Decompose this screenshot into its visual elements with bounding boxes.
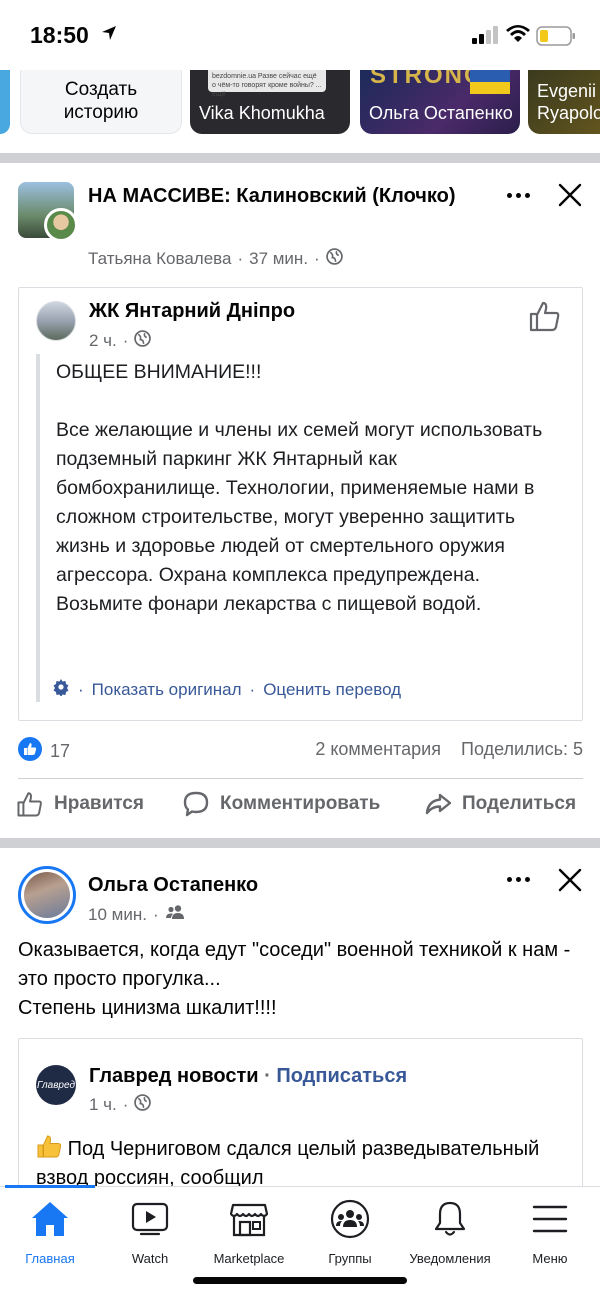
menu-icon xyxy=(500,1197,600,1241)
cellular-signal-icon xyxy=(472,26,500,49)
story-card[interactable]: STRONG Ольга Остапенко xyxy=(360,70,520,134)
home-indicator[interactable] xyxy=(193,1277,407,1284)
create-story-button[interactable]: Создать историю xyxy=(20,70,182,134)
shared-post-text: Под Черниговом сдался целый разведывател… xyxy=(36,1138,540,1189)
page-avatar[interactable]: Главред xyxy=(36,1065,76,1105)
close-icon[interactable] xyxy=(556,866,586,896)
thumbs-up-emoji-icon xyxy=(36,1135,68,1160)
shared-post-time[interactable]: 1 ч. xyxy=(89,1095,117,1115)
author-avatar-story-ring[interactable] xyxy=(18,866,76,924)
status-bar: 18:50 xyxy=(0,0,600,70)
stories-carousel[interactable]: Создать историю bezdomnie.ua Разве сейча… xyxy=(0,70,600,150)
feed-divider xyxy=(0,838,600,848)
post-time[interactable]: 37 мин. xyxy=(249,249,308,269)
friends-icon xyxy=(165,904,185,925)
close-icon[interactable] xyxy=(556,181,586,211)
marketplace-icon xyxy=(199,1197,299,1241)
story-banner-text: STRONG xyxy=(370,70,485,89)
group-name-link[interactable]: НА МАССИВЕ: Калиновский (Клочко) xyxy=(88,182,488,211)
create-story-label-2: историю xyxy=(63,102,139,123)
tab-home[interactable]: Главная xyxy=(0,1197,100,1266)
create-story-label: Создать xyxy=(64,79,138,100)
translated-text-block: ОБЩЕЕ ВНИМАНИЕ!!! Все желающие и члены и… xyxy=(36,354,566,702)
post-time[interactable]: 10 мин. xyxy=(88,905,147,925)
reactions-count[interactable]: 17 xyxy=(18,737,70,766)
tab-watch[interactable]: Watch xyxy=(100,1197,200,1266)
tab-label: Watch xyxy=(131,1251,169,1266)
group-avatar[interactable] xyxy=(18,182,78,242)
story-author-name: Vika Khomukha xyxy=(199,103,325,123)
globe-icon xyxy=(134,330,152,352)
comment-button-label: Комментировать xyxy=(220,793,381,814)
show-original-link[interactable]: Показать оригинал xyxy=(92,680,242,700)
story-author-name: Ольга Остапенко xyxy=(369,103,513,123)
shares-count[interactable]: Поделились: 5 xyxy=(461,739,583,759)
story-author-name: Evgenii Ryapolo xyxy=(537,81,600,123)
like-button-label: Нравится xyxy=(54,793,144,814)
tab-label: Главная xyxy=(25,1251,75,1266)
share-button[interactable]: Поделиться xyxy=(424,790,576,818)
post-text: Оказывается, когда едут "соседи" военной… xyxy=(18,936,588,1023)
story-card[interactable]: bezdomnie.ua Разве сейчас ещё о чём-то г… xyxy=(190,70,350,134)
gear-icon[interactable] xyxy=(52,678,70,701)
shared-post-card[interactable]: ЖК Янтарний Дніпро 2 ч. · ОБЩЕЕ ВНИМАНИЕ… xyxy=(18,287,583,721)
globe-icon xyxy=(134,1094,152,1116)
comments-count[interactable]: 2 комментария xyxy=(315,739,441,759)
comment-button[interactable]: Комментировать xyxy=(182,790,380,818)
post-author-link[interactable]: Татьяна Ковалева xyxy=(88,249,231,269)
post-more-options-button[interactable] xyxy=(502,180,534,210)
story-card[interactable]: Evgenii Ryapolo xyxy=(528,70,600,134)
location-arrow-icon xyxy=(100,24,118,47)
feed-divider xyxy=(0,153,600,163)
likes-count: 17 xyxy=(50,741,71,761)
tab-marketplace[interactable]: Marketplace xyxy=(199,1197,299,1266)
shared-post-heading: ОБЩЕЕ ВНИМАНИЕ!!! xyxy=(56,361,262,383)
post-actions: Нравится Комментировать Поделиться xyxy=(0,790,600,830)
story-card-partial[interactable] xyxy=(0,70,10,134)
globe-icon xyxy=(325,248,343,270)
tab-label: Меню xyxy=(532,1251,568,1266)
tab-groups[interactable]: Группы xyxy=(300,1197,400,1266)
shared-post-card[interactable]: Главред Главред новости · Подписаться 1 … xyxy=(18,1038,583,1198)
story-thumbnail: bezdomnie.ua Разве сейчас ещё о чём-то г… xyxy=(208,70,326,98)
bell-icon xyxy=(400,1197,500,1241)
shared-page-name[interactable]: ЖК Янтарний Дніпро xyxy=(89,300,295,323)
page-avatar[interactable] xyxy=(36,301,76,341)
tab-label: Уведомления xyxy=(409,1251,491,1266)
home-icon xyxy=(0,1197,100,1241)
subscribe-link[interactable]: Подписаться xyxy=(276,1065,407,1087)
like-button[interactable]: Нравится xyxy=(16,790,144,818)
post-more-options-button[interactable] xyxy=(502,864,534,894)
shared-page-name[interactable]: Главред новости xyxy=(89,1065,259,1087)
tab-menu[interactable]: Меню xyxy=(500,1197,600,1266)
shared-post-body: Все желающие и члены их семей могут испо… xyxy=(56,419,543,615)
post-author-link[interactable]: Ольга Остапенко xyxy=(88,874,258,897)
like-page-icon[interactable] xyxy=(528,300,562,337)
groups-icon xyxy=(300,1197,400,1241)
rate-translation-link[interactable]: Оценить перевод xyxy=(263,680,401,700)
share-button-label: Поделиться xyxy=(462,793,577,814)
tab-notifications[interactable]: Уведомления xyxy=(400,1197,500,1266)
ukraine-flag-image xyxy=(470,70,510,94)
watch-icon xyxy=(100,1197,200,1241)
wifi-icon xyxy=(505,24,531,49)
post-text-line: Степень цинизма шкалит!!!! xyxy=(18,997,277,1019)
post-text-line: Оказывается, когда едут "соседи" военной… xyxy=(18,939,571,990)
shared-post-time[interactable]: 2 ч. xyxy=(89,331,117,351)
post-stats: 17 2 комментария Поделились: 5 xyxy=(18,737,583,767)
tab-label: Группы xyxy=(328,1251,372,1266)
battery-icon xyxy=(536,26,576,51)
like-reaction-icon xyxy=(18,737,42,766)
status-time: 18:50 xyxy=(30,22,89,48)
tab-label: Marketplace xyxy=(213,1251,285,1266)
active-tab-indicator xyxy=(5,1185,95,1188)
stats-divider xyxy=(18,778,583,779)
author-avatar[interactable] xyxy=(44,208,78,242)
